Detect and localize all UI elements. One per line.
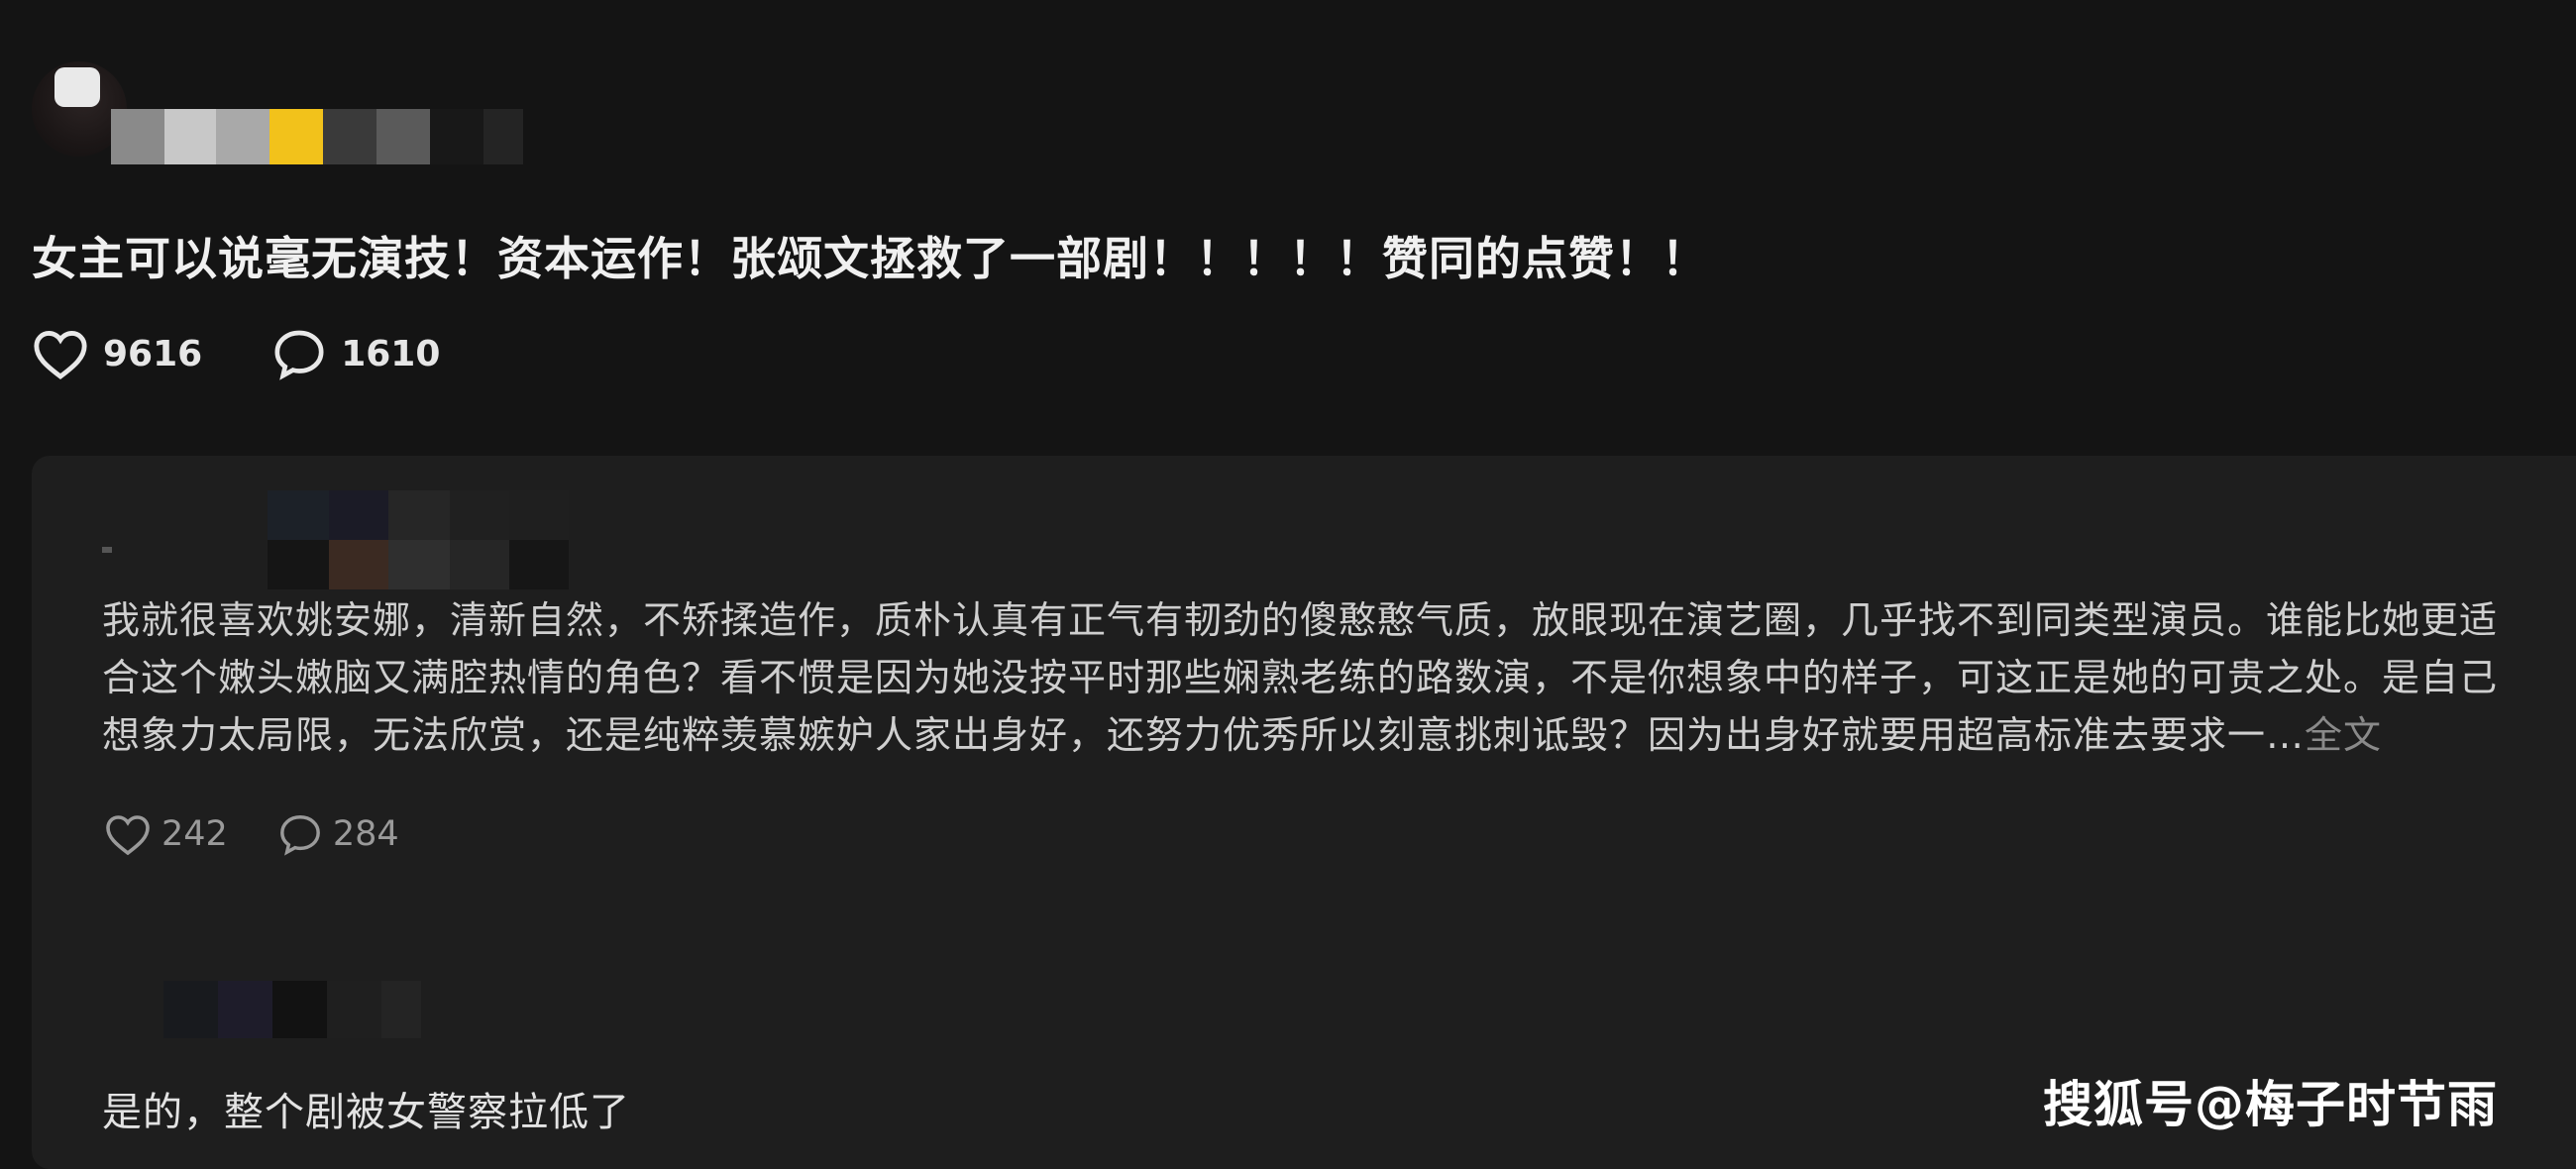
post-card: 女主可以说毫无演技！资本运作！张颂文拯救了一部剧！！！！！赞同的点赞！！ 961… bbox=[0, 0, 2576, 446]
avatar-blur-highlight bbox=[54, 67, 100, 107]
comment-bubble-icon bbox=[277, 812, 323, 856]
reply-user-mosaic[interactable] bbox=[268, 490, 569, 589]
post-actions: 9616 1610 bbox=[32, 327, 440, 380]
post-like-count: 9616 bbox=[103, 333, 203, 374]
comment-bubble-icon bbox=[271, 327, 327, 380]
reply-actions: 242 284 bbox=[104, 812, 399, 856]
reply-comment-button[interactable]: 284 bbox=[277, 812, 399, 856]
post-comment-count: 1610 bbox=[341, 333, 441, 374]
post-text: 女主可以说毫无演技！资本运作！张颂文拯救了一部剧！！！！！赞同的点赞！！ bbox=[32, 232, 1708, 285]
reply-text: 我就很喜欢姚安娜，清新自然，不矫揉造作，质朴认真有正气有韧劲的傻憨憨气质，放眼现… bbox=[102, 591, 2529, 764]
watermark: 搜狐号@梅子时节雨 bbox=[2043, 1076, 2498, 1133]
heart-icon bbox=[104, 812, 152, 856]
sub-reply-text: 是的，整个剧被女警察拉低了 bbox=[102, 1090, 630, 1135]
reply-body: 我就很喜欢姚安娜，清新自然，不矫揉造作，质朴认真有正气有韧劲的傻憨憨气质，放眼现… bbox=[102, 598, 2499, 757]
username-mosaic[interactable] bbox=[111, 109, 523, 164]
post-like-button[interactable]: 9616 bbox=[32, 327, 202, 380]
heart-icon bbox=[32, 327, 89, 380]
post-comment-button[interactable]: 1610 bbox=[271, 327, 440, 380]
read-more-link[interactable]: 全文 bbox=[2305, 713, 2382, 757]
reply-comment-count: 284 bbox=[332, 814, 399, 854]
reply-user-dot bbox=[102, 547, 112, 553]
sub-reply-user-mosaic[interactable] bbox=[163, 981, 421, 1038]
reply-like-button[interactable]: 242 bbox=[104, 812, 228, 856]
reply-like-count: 242 bbox=[161, 814, 228, 854]
